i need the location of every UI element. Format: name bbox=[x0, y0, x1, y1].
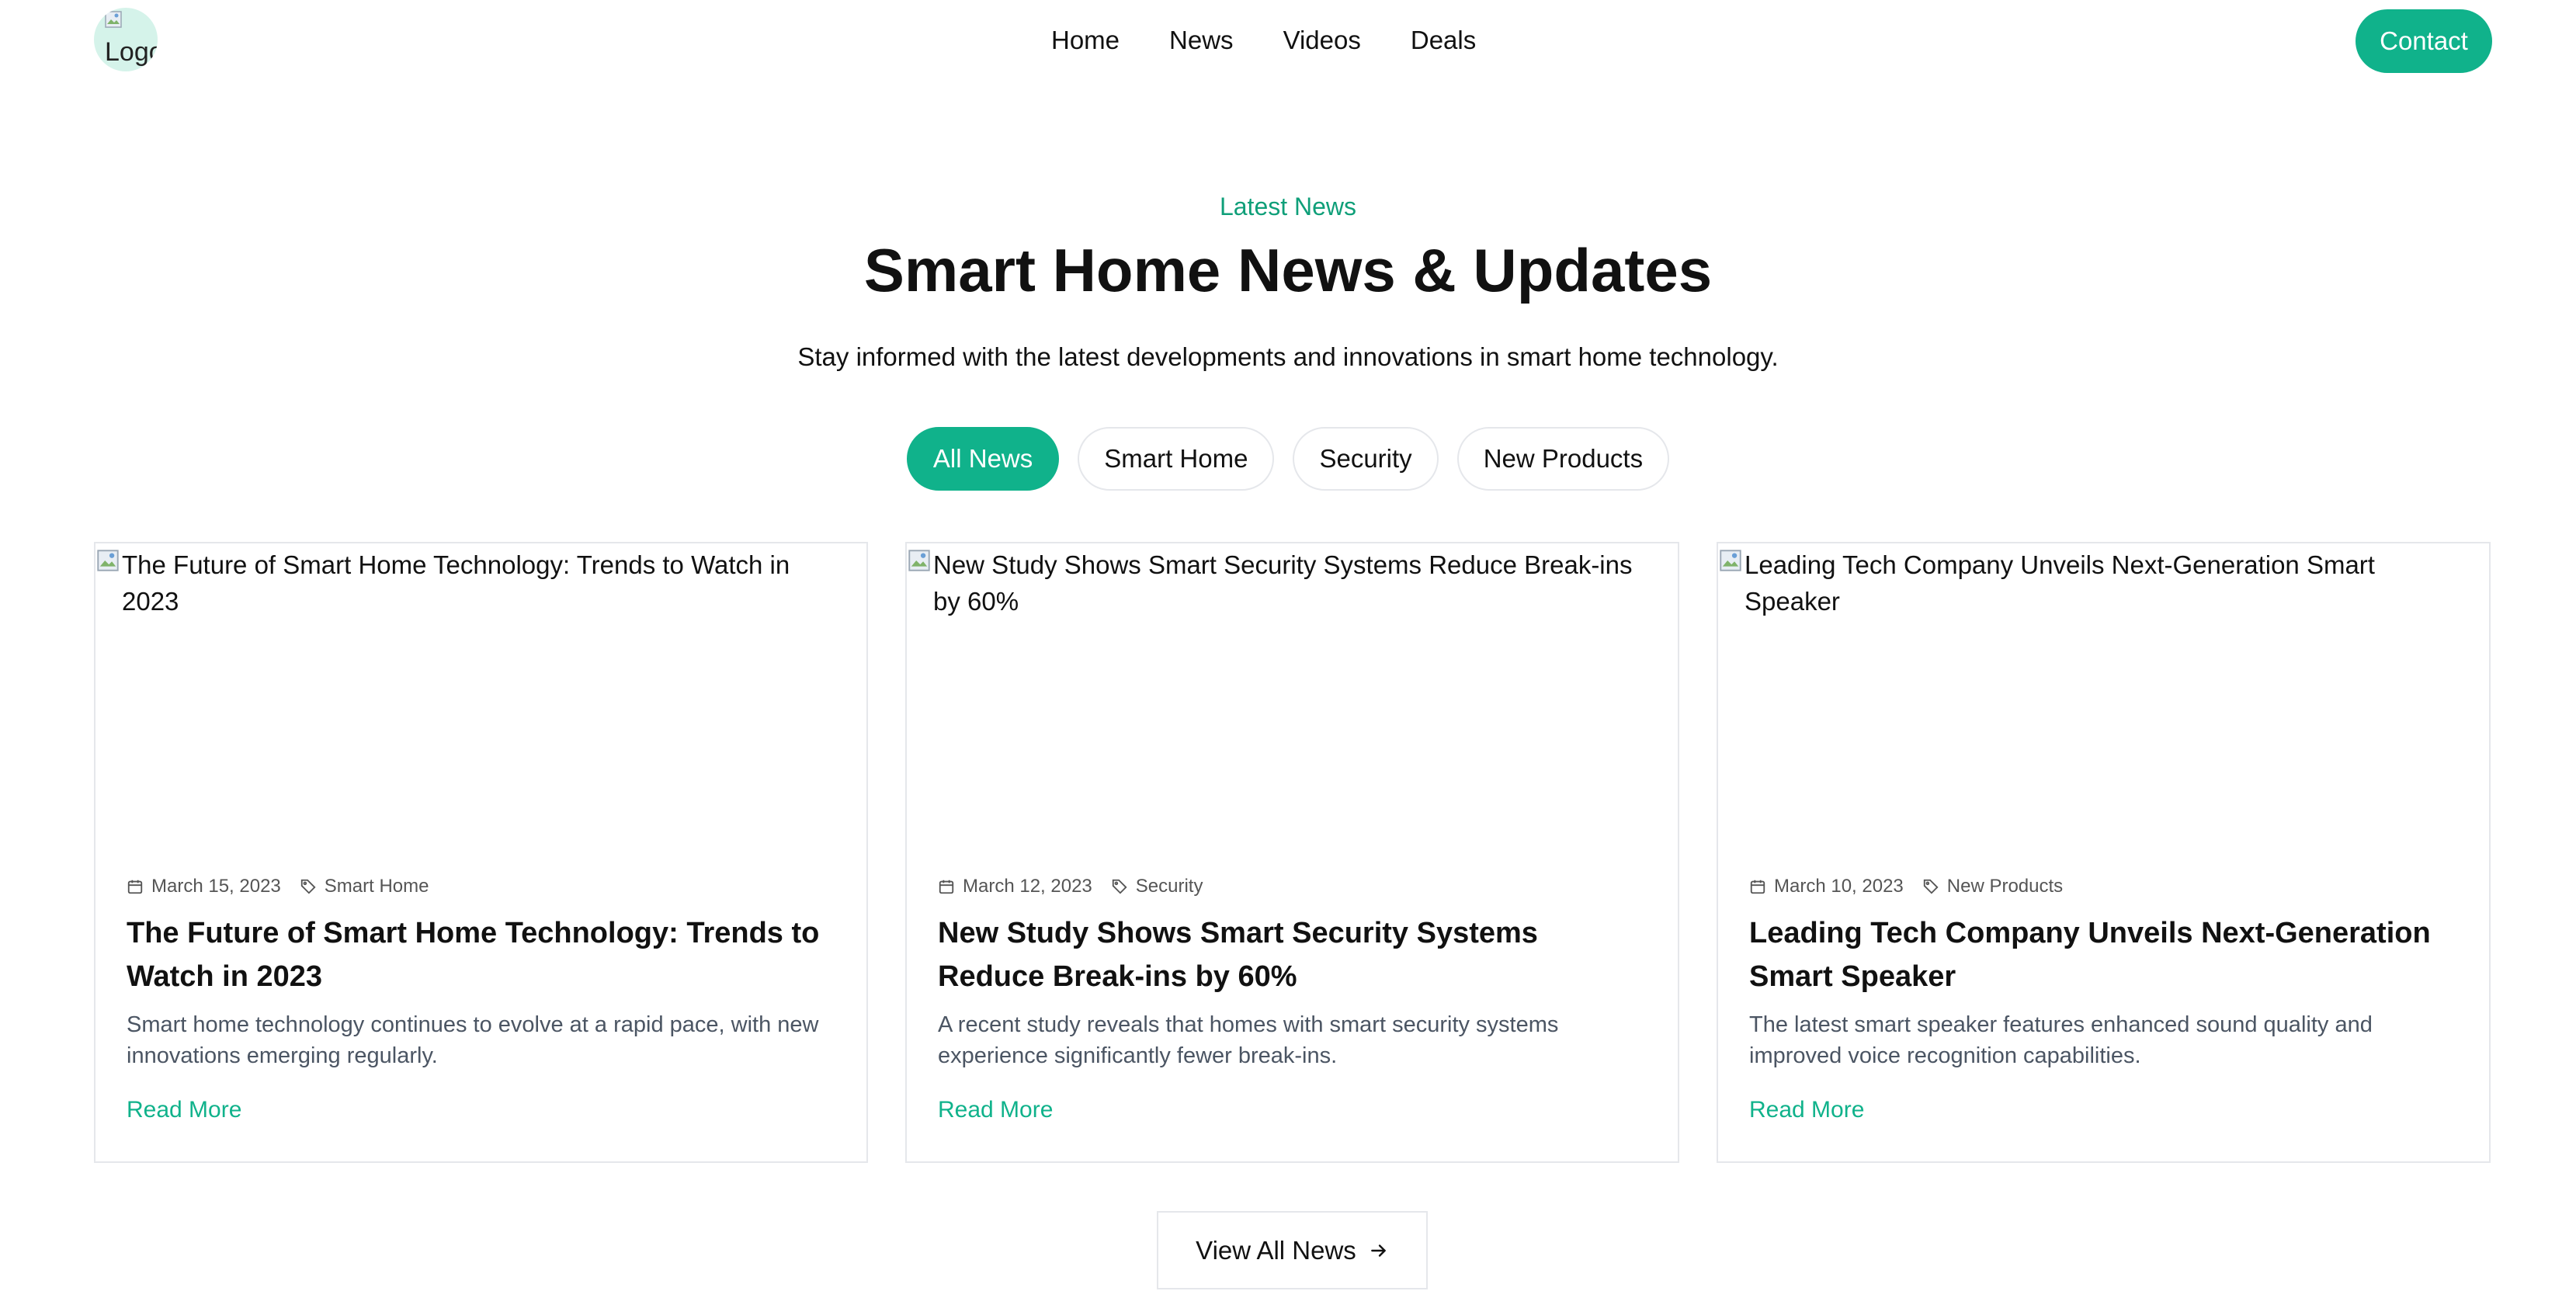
nav-home[interactable]: Home bbox=[1051, 22, 1120, 59]
card-category: Security bbox=[1111, 876, 1203, 897]
card-title[interactable]: The Future of Smart Home Technology: Tre… bbox=[127, 911, 835, 998]
card-meta: March 15, 2023 Smart Home bbox=[127, 876, 429, 897]
card-category-label: Smart Home bbox=[324, 876, 429, 897]
filter-security[interactable]: Security bbox=[1293, 427, 1439, 491]
card-description: Smart home technology continues to evolv… bbox=[127, 1012, 819, 1068]
logo-alt-text: Logo bbox=[105, 37, 158, 67]
filter-new-products[interactable]: New Products bbox=[1456, 427, 1670, 491]
card-date: March 12, 2023 bbox=[963, 876, 1092, 897]
section-eyebrow: Latest News bbox=[1219, 193, 1357, 220]
filter-all-news[interactable]: All News bbox=[906, 427, 1060, 491]
tag-icon bbox=[1923, 879, 1939, 894]
page-title: Smart Home News & Updates bbox=[863, 236, 1713, 304]
card-category: Smart Home bbox=[300, 876, 429, 897]
news-card: The Future of Smart Home Technology: Tre… bbox=[94, 542, 868, 1163]
card-image[interactable]: New Study Shows Smart Security Systems R… bbox=[907, 543, 1678, 835]
card-date: March 10, 2023 bbox=[1774, 876, 1904, 897]
nav-videos[interactable]: Videos bbox=[1283, 22, 1361, 59]
contact-button[interactable]: Contact bbox=[2356, 9, 2492, 73]
view-all-label: View All News bbox=[1196, 1235, 1356, 1265]
card-image-alt-text: New Study Shows Smart Security Systems R… bbox=[933, 550, 1633, 616]
read-more-link[interactable]: Read More bbox=[1749, 1097, 1864, 1123]
filter-smart-home[interactable]: Smart Home bbox=[1078, 427, 1275, 491]
card-title[interactable]: Leading Tech Company Unveils Next-Genera… bbox=[1749, 911, 2458, 998]
card-image[interactable]: The Future of Smart Home Technology: Tre… bbox=[95, 543, 866, 835]
site-header: Logo Home News Videos Deals Contact bbox=[0, 0, 2576, 81]
card-title[interactable]: New Study Shows Smart Security Systems R… bbox=[938, 911, 1647, 998]
nav-news[interactable]: News bbox=[1169, 22, 1234, 59]
page-subtitle: Stay informed with the latest developmen… bbox=[797, 342, 1779, 371]
card-description: The latest smart speaker features enhanc… bbox=[1749, 1012, 2373, 1068]
card-category-label: New Products bbox=[1946, 876, 2064, 897]
calendar-icon bbox=[1750, 880, 1765, 894]
tag-icon bbox=[300, 879, 316, 894]
card-category: New Products bbox=[1922, 876, 2063, 897]
calendar-icon bbox=[127, 880, 143, 894]
card-image-alt-text: Leading Tech Company Unveils Next-Genera… bbox=[1745, 550, 2375, 616]
news-filter-tabs: All News Smart Home Security New Product… bbox=[0, 427, 2576, 491]
page: Logo Home News Videos Deals Contact Late… bbox=[0, 0, 2576, 1298]
news-card: New Study Shows Smart Security Systems R… bbox=[905, 542, 1679, 1163]
card-meta: March 12, 2023 Security bbox=[938, 876, 1203, 897]
card-meta: March 10, 2023 New Products bbox=[1749, 876, 2063, 897]
card-date: March 15, 2023 bbox=[151, 876, 281, 897]
read-more-link[interactable]: Read More bbox=[938, 1097, 1053, 1123]
tag-icon bbox=[1112, 879, 1127, 894]
news-card: Leading Tech Company Unveils Next-Genera… bbox=[1717, 542, 2491, 1163]
card-category-label: Security bbox=[1135, 876, 1203, 897]
card-image-alt-text: The Future of Smart Home Technology: Tre… bbox=[122, 550, 790, 616]
card-image[interactable]: Leading Tech Company Unveils Next-Genera… bbox=[1718, 543, 2489, 835]
nav-deals[interactable]: Deals bbox=[1411, 22, 1476, 59]
logo[interactable]: Logo bbox=[94, 8, 158, 71]
card-description: A recent study reveals that homes with s… bbox=[938, 1012, 1559, 1068]
broken-image-icon bbox=[105, 11, 122, 28]
view-all-news-button[interactable]: View All News bbox=[1157, 1211, 1428, 1289]
main-nav: Home News Videos Deals bbox=[1051, 22, 1476, 59]
arrow-right-icon bbox=[1370, 1244, 1386, 1257]
calendar-icon bbox=[939, 880, 954, 894]
read-more-link[interactable]: Read More bbox=[127, 1097, 241, 1123]
